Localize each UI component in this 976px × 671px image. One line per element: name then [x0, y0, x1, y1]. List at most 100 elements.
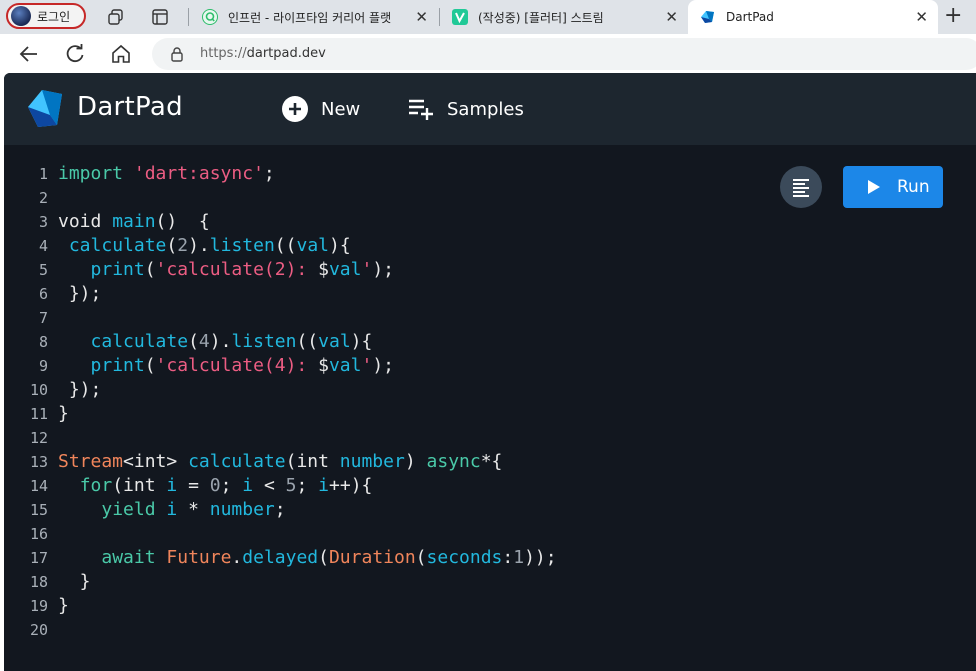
tab-title: DartPad: [726, 10, 774, 24]
code-line[interactable]: });: [58, 378, 102, 402]
code-token: yield: [101, 499, 167, 520]
line-number: 2: [38, 189, 48, 207]
code-line[interactable]: print('calculate(4): $val');: [58, 354, 394, 378]
line-number: 6: [38, 285, 48, 303]
tab-dartpad[interactable]: DartPad ✕: [688, 0, 938, 34]
browser-tab-strip: 로그인 인프런 - 라이프타임 커리어 플랫 ✕ (작성중) [플러터] 스트림…: [0, 0, 976, 34]
code-token: Future: [166, 547, 232, 568]
code-token: listen: [231, 331, 297, 352]
code-token: Stream: [58, 451, 124, 472]
profile-button[interactable]: 로그인: [6, 3, 86, 29]
code-token: }: [58, 571, 91, 592]
code-line[interactable]: for(int i = 0; i < 5; i++){: [58, 474, 373, 498]
code-token: 'calculate(4):: [155, 355, 319, 376]
code-token: 4: [198, 331, 210, 352]
code-line[interactable]: }: [58, 570, 91, 594]
code-line[interactable]: yield i * number;: [58, 498, 286, 522]
code-line[interactable]: print('calculate(2): $val');: [58, 258, 394, 282]
url-field[interactable]: https://dartpad.dev: [152, 38, 976, 70]
code-token: number: [209, 499, 275, 520]
format-button[interactable]: [780, 166, 822, 208]
home-icon[interactable]: [110, 43, 132, 65]
code-token: (: [144, 355, 156, 376]
tab-close-icon[interactable]: ✕: [915, 9, 928, 25]
tab-close-icon[interactable]: ✕: [665, 9, 678, 25]
code-token: (int: [285, 451, 340, 472]
code-line[interactable]: import 'dart:async';: [58, 162, 275, 186]
code-token: async: [426, 451, 481, 472]
code-token: (: [318, 547, 329, 568]
code-token: ;: [296, 475, 319, 496]
tab-inflearn[interactable]: 인프런 - 라이프타임 커리어 플랫 ✕: [190, 0, 438, 34]
run-button[interactable]: Run: [843, 166, 943, 208]
play-icon: [868, 180, 880, 194]
profile-avatar: [11, 6, 31, 26]
url-text: https://dartpad.dev: [200, 46, 326, 61]
code-line[interactable]: }: [58, 594, 69, 618]
code-token: ;: [274, 499, 286, 520]
code-token: ++){: [329, 475, 373, 496]
new-button[interactable]: New: [282, 95, 360, 123]
code-token: () {: [155, 211, 210, 232]
app-title: DartPad: [77, 92, 183, 122]
code-token: 5: [285, 475, 297, 496]
code-token: i: [242, 475, 254, 496]
code-line[interactable]: void main() {: [58, 210, 210, 234]
code-token: calculate: [90, 331, 189, 352]
code-token: val: [328, 355, 362, 376]
code-token: (int: [112, 475, 167, 496]
lock-icon[interactable]: [170, 46, 184, 62]
tab-velog[interactable]: (작성중) [플러터] 스트림 ✕: [440, 0, 688, 34]
code-line[interactable]: calculate(2).listen((val){: [58, 234, 351, 258]
code-token: <: [253, 475, 286, 496]
tab-separator: [188, 8, 189, 26]
line-number: 19: [29, 597, 48, 615]
code-token: :: [502, 547, 514, 568]
code-token: ': [361, 259, 373, 280]
line-number: 13: [29, 453, 48, 471]
code-token: $: [318, 259, 329, 280]
code-token: $: [318, 355, 329, 376]
code-token: for: [79, 475, 113, 496]
samples-button[interactable]: Samples: [408, 95, 524, 123]
code-line[interactable]: Stream<int> calculate(int number) async*…: [58, 450, 502, 474]
dartpad-favicon-icon: [701, 11, 714, 23]
new-tab-icon[interactable]: +: [944, 4, 962, 28]
app-header: DartPad New Samples: [4, 73, 976, 145]
code-token: main: [112, 211, 156, 232]
code-token: (: [144, 259, 156, 280]
code-token: *{: [480, 451, 503, 472]
refresh-icon[interactable]: [64, 43, 86, 65]
tab-close-icon[interactable]: ✕: [415, 9, 428, 25]
code-token: import: [58, 163, 134, 184]
line-number: 11: [29, 405, 48, 423]
code-token: ){: [329, 235, 351, 256]
code-token: delayed: [242, 547, 319, 568]
code-token: Duration: [328, 547, 416, 568]
code-line[interactable]: });: [58, 282, 102, 306]
back-arrow-icon[interactable]: [18, 43, 40, 65]
code-line[interactable]: }: [58, 402, 69, 426]
code-token: 1: [513, 547, 525, 568]
code-token: val: [296, 235, 329, 256]
line-number: 7: [38, 309, 48, 327]
code-editor[interactable]: 1 2 3 4 5 6 7 8 9 10 11 12 13 14 15 16 17 18 19 20 import '…: [4, 145, 976, 671]
code-token: ));: [524, 547, 557, 568]
code-token: ).: [209, 331, 232, 352]
format-align-icon: [793, 179, 809, 197]
url-scheme: https://: [200, 46, 247, 61]
line-number: 4: [38, 237, 48, 255]
workspaces-icon[interactable]: [107, 8, 125, 26]
code-line[interactable]: await Future.delayed(Duration(seconds:1)…: [58, 546, 557, 570]
run-button-label: Run: [897, 177, 930, 197]
vertical-tabs-icon[interactable]: [151, 8, 169, 26]
dart-logo-icon: [28, 90, 62, 127]
code-token: );: [372, 355, 394, 376]
code-token: 'calculate(2):: [155, 259, 319, 280]
code-line[interactable]: calculate(4).listen((val){: [58, 330, 373, 354]
url-host: dartpad.dev: [246, 46, 326, 61]
code-token: <int>: [123, 451, 189, 472]
